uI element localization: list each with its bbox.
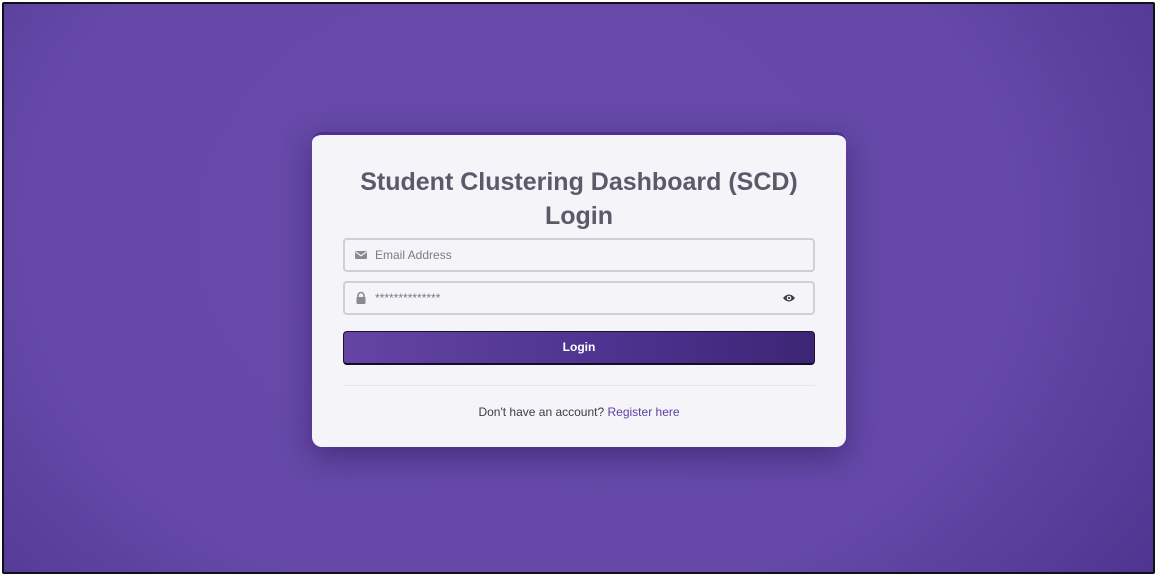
register-prompt: Don't have an account? Register here (312, 405, 846, 419)
password-value: ************** (375, 291, 441, 305)
lock-icon (356, 291, 366, 304)
email-placeholder: Email Address (375, 248, 452, 262)
app-window: Student Clustering Dashboard (SCD) Login… (2, 2, 1155, 574)
login-card: Student Clustering Dashboard (SCD) Login… (312, 132, 846, 447)
envelope-icon (355, 251, 367, 259)
divider (343, 385, 815, 386)
title-text: Student Clustering Dashboard (SCD) (360, 168, 798, 196)
eye-icon[interactable] (782, 292, 796, 304)
password-field[interactable]: ************** (343, 281, 815, 315)
register-prompt-text: Don't have an account? (478, 405, 605, 419)
page-title: Student Clustering Dashboard (SCD) Login (312, 165, 846, 233)
email-field[interactable]: Email Address (343, 238, 815, 272)
register-link[interactable]: Register here (608, 405, 680, 419)
login-button[interactable]: Login (343, 331, 815, 365)
subtitle-text: Login (544, 202, 614, 230)
